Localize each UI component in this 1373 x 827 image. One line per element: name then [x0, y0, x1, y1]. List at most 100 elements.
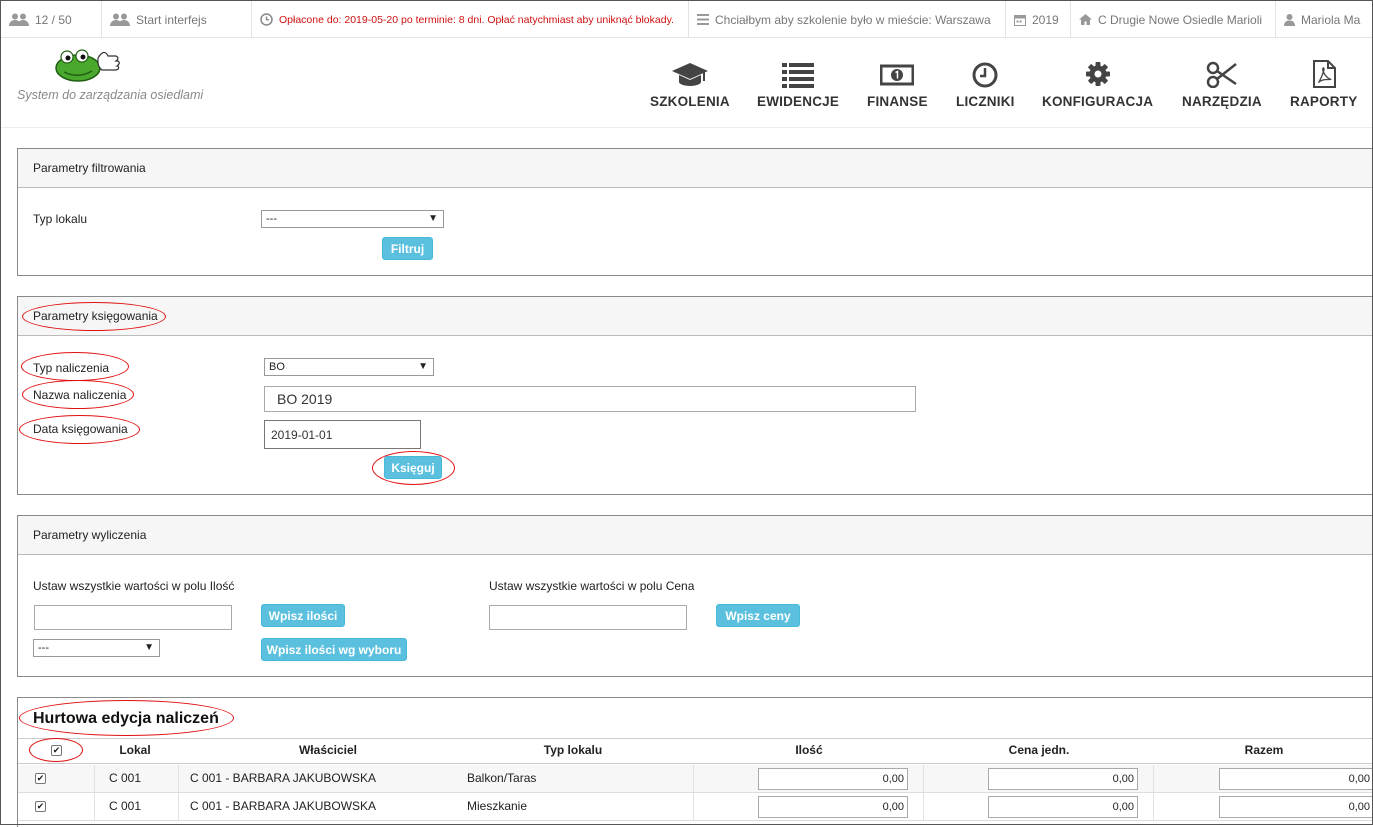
- payment-notice-item[interactable]: Opłacone do: 2019-05-20 po terminie: 8 d…: [252, 1, 689, 38]
- booking-date-input[interactable]: 2019-01-01: [264, 420, 421, 449]
- total-input[interactable]: 0,00: [1219, 796, 1373, 818]
- qty-all-input[interactable]: [34, 605, 232, 630]
- cell-owner: C 001 - BARBARA JAKUBOWSKA: [190, 771, 377, 785]
- banknote-icon: [880, 64, 915, 86]
- calendar-icon: [1014, 14, 1026, 26]
- nav-narzedzia[interactable]: NARZĘDZIA: [1182, 60, 1262, 109]
- qty-all-label: Ustaw wszystkie wartości w polu Ilość: [33, 579, 235, 593]
- set-qty-by-choice-button[interactable]: Wpisz ilości wg wyboru: [261, 638, 407, 661]
- user-icon: [1284, 13, 1295, 26]
- charge-name-label: Nazwa naliczenia: [33, 388, 127, 402]
- cell-lokal: C 001: [109, 771, 142, 785]
- estate-item[interactable]: C Drugie Nowe Osiedle Marioli: [1071, 1, 1276, 38]
- qty-input[interactable]: 0,00: [758, 796, 908, 818]
- price-input[interactable]: 0,00: [988, 796, 1138, 818]
- local-type-label: Typ lokalu: [33, 212, 88, 226]
- scissors-icon: [1206, 61, 1237, 88]
- booking-panel-title: Parametry księgowania: [18, 297, 1373, 336]
- year-text: 2019: [1032, 12, 1059, 27]
- nav-label: EWIDENCJE: [757, 94, 840, 109]
- nav-label: NARZĘDZIA: [1182, 94, 1262, 109]
- pdf-file-icon: [1312, 60, 1336, 88]
- charge-type-select[interactable]: BO ▼: [264, 358, 434, 376]
- dropdown-arrow-icon: ▼: [144, 642, 154, 653]
- user-text: Mariola Ma: [1301, 12, 1361, 27]
- booking-date-label: Data księgowania: [33, 422, 128, 436]
- book-button[interactable]: Księguj: [384, 456, 442, 479]
- cell-type: Balkon/Taras: [467, 771, 537, 785]
- row-checkbox[interactable]: ✔: [35, 773, 46, 784]
- cell-divider: [178, 793, 179, 820]
- user-count-text: 12 / 50: [35, 12, 72, 27]
- dropdown-arrow-icon: ▼: [418, 361, 428, 372]
- users-icon: [9, 13, 29, 26]
- bulk-edit-title: Hurtowa edycja naliczeń: [33, 710, 219, 727]
- local-type-select[interactable]: --- ▼: [261, 210, 444, 228]
- top-info-bar: 12 / 50 Start interfejs Opłacone do: 201…: [1, 1, 1372, 38]
- nav-label: FINANSE: [867, 94, 928, 109]
- training-request-item[interactable]: Chciałbym aby szkolenie było w mieście: …: [689, 1, 1006, 38]
- filter-button[interactable]: Filtruj: [382, 237, 433, 260]
- list-icon: [697, 14, 709, 25]
- cell-divider: [1153, 765, 1154, 792]
- col-header-qty: Ilość: [795, 743, 823, 757]
- nav-label: KONFIGURACJA: [1042, 94, 1154, 109]
- nav-liczniki[interactable]: LICZNIKI: [956, 60, 1015, 109]
- col-header-price: Cena jedn.: [1008, 743, 1070, 757]
- nav-ewidencje[interactable]: EWIDENCJE: [757, 60, 839, 109]
- year-item[interactable]: 2019: [1006, 1, 1071, 38]
- set-qty-button[interactable]: Wpisz ilości: [261, 604, 345, 627]
- row-checkbox[interactable]: ✔: [35, 801, 46, 812]
- nav-finanse[interactable]: FINANSE: [867, 60, 928, 109]
- col-header-owner: Właściciel: [298, 743, 358, 757]
- training-request-text: Chciałbym aby szkolenie było w mieście: …: [715, 12, 991, 27]
- cell-divider: [923, 793, 924, 820]
- user-count-item[interactable]: 12 / 50: [1, 1, 102, 38]
- user-item[interactable]: Mariola Ma: [1276, 1, 1372, 38]
- price-all-label: Ustaw wszystkie wartości w polu Cena: [489, 579, 695, 593]
- nav-raporty[interactable]: RAPORTY: [1290, 60, 1357, 109]
- col-header-lokal: Lokal: [119, 743, 151, 757]
- nav-label: LICZNIKI: [956, 94, 1015, 109]
- users-icon: [110, 13, 130, 26]
- qty-choice-select[interactable]: --- ▼: [33, 639, 160, 657]
- nav-szkolenia[interactable]: SZKOLENIA: [650, 60, 730, 109]
- charge-type-label: Typ naliczenia: [33, 361, 110, 375]
- cell-divider: [693, 793, 694, 820]
- booking-panel: Parametry księgowania Typ naliczenia BO …: [17, 296, 1373, 495]
- calc-panel: Parametry wyliczenia Ustaw wszystkie war…: [17, 515, 1373, 677]
- charge-name-input[interactable]: BO 2019: [264, 386, 916, 412]
- filter-panel: Parametry filtrowania Typ lokalu --- ▼ F…: [17, 148, 1373, 276]
- payment-notice-text: Opłacone do: 2019-05-20 po terminie: 8 d…: [279, 13, 674, 26]
- calc-panel-title: Parametry wyliczenia: [18, 516, 1373, 555]
- cell-divider: [94, 765, 95, 792]
- total-input[interactable]: 0,00: [1219, 768, 1373, 790]
- filter-panel-title: Parametry filtrowania: [18, 149, 1373, 188]
- table-row[interactable]: ✔ C 001 C 001 - BARBARA JAKUBOWSKA Miesz…: [18, 793, 1373, 821]
- qty-choice-select-value: ---: [38, 642, 49, 654]
- select-all-checkbox[interactable]: ✔: [51, 745, 62, 756]
- app-logo[interactable]: [52, 46, 122, 82]
- cell-divider: [693, 765, 694, 792]
- graduation-cap-icon: [671, 63, 708, 86]
- qty-input[interactable]: 0,00: [758, 768, 908, 790]
- set-price-button[interactable]: Wpisz ceny: [716, 604, 800, 627]
- clock-icon: [260, 13, 273, 26]
- header-divider: [1, 127, 1372, 128]
- cell-divider: [923, 765, 924, 792]
- cell-owner: C 001 - BARBARA JAKUBOWSKA: [190, 799, 377, 813]
- estate-text: C Drugie Nowe Osiedle Marioli: [1098, 12, 1263, 27]
- cell-divider: [1153, 793, 1154, 820]
- nav-konfiguracja[interactable]: KONFIGURACJA: [1042, 60, 1153, 109]
- app-tagline: System do zarządzania osiedlami: [17, 88, 204, 102]
- cell-divider: [178, 765, 179, 792]
- charge-type-select-value: BO: [269, 361, 285, 373]
- table-row[interactable]: ✔ C 001 C 001 - BARBARA JAKUBOWSKA Balko…: [18, 765, 1373, 793]
- col-header-type: Typ lokalu: [543, 743, 603, 757]
- col-header-total: Razem: [1244, 743, 1284, 757]
- price-input[interactable]: 0,00: [988, 768, 1138, 790]
- cell-lokal: C 001: [109, 799, 142, 813]
- price-all-input[interactable]: [489, 605, 687, 630]
- start-interface-item[interactable]: Start interfejs: [102, 1, 252, 38]
- bulk-edit-panel: Hurtowa edycja naliczeń ✔ Lokal Właścici…: [17, 697, 1373, 827]
